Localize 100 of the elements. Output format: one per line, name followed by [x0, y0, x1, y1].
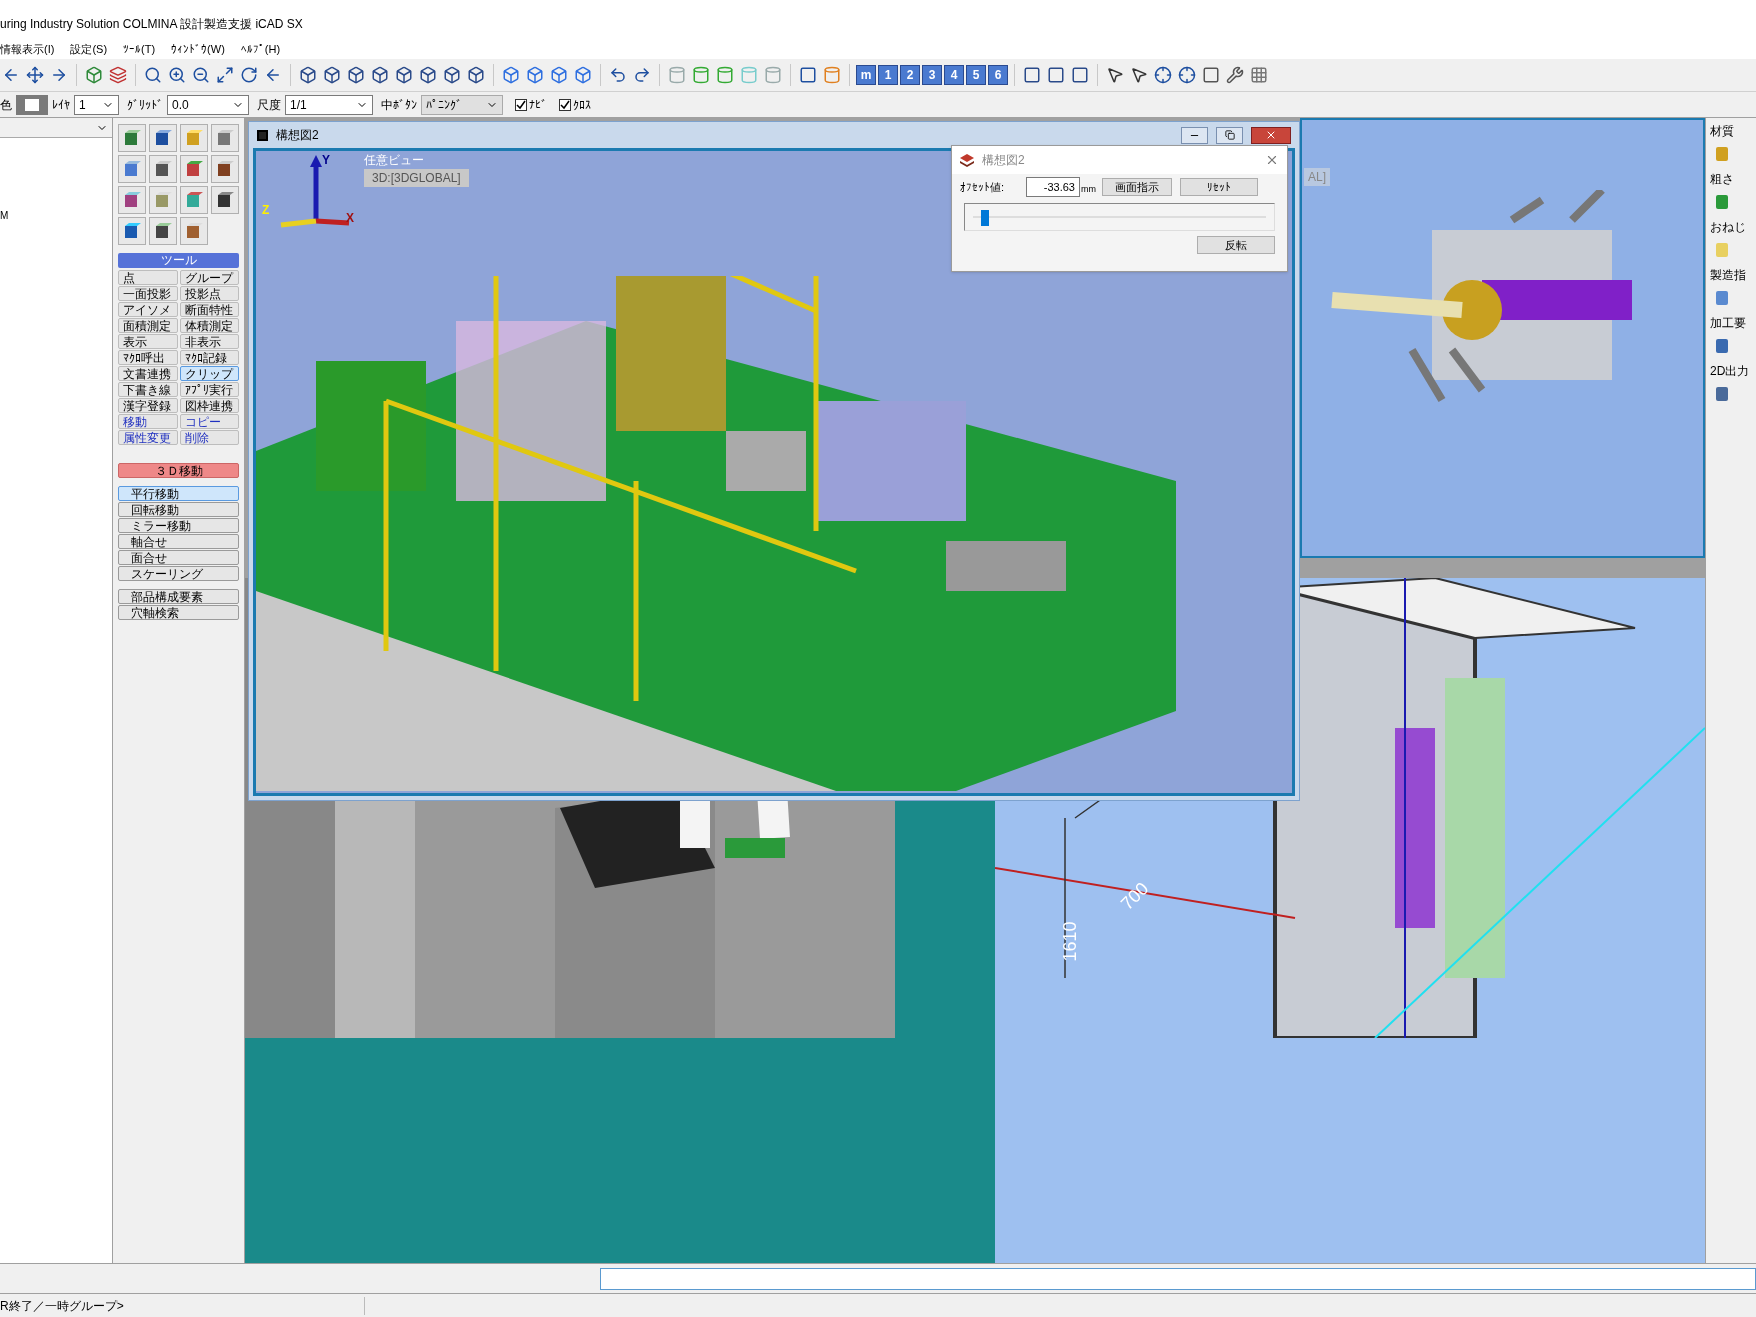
tool-icon[interactable] — [149, 155, 177, 183]
tool-button[interactable]: 下書き線 — [118, 382, 178, 397]
flip-button[interactable]: 反転 — [1197, 236, 1275, 254]
section-label: 材質 — [1710, 123, 1735, 140]
view-number-button[interactable]: 4 — [944, 65, 964, 85]
dialog-title: 構想図2 — [982, 152, 1025, 169]
tool-button[interactable]: アイソメ — [118, 302, 178, 317]
tool-icon[interactable] — [118, 186, 146, 214]
close-button[interactable] — [1251, 126, 1291, 144]
axis-label: Z — [262, 202, 270, 219]
close-icon — [1265, 153, 1279, 167]
tool-button[interactable]: 図枠連携 — [179, 398, 239, 413]
view-name: 任意ビュー — [364, 152, 424, 169]
tool-icon[interactable] — [118, 217, 146, 245]
restore-icon — [1224, 130, 1235, 140]
offset-label: ｵﾌｾｯﾄ値: — [960, 179, 1006, 195]
axis-label: Y — [322, 152, 330, 169]
window-title: uring Industry Solution COLMINA 設計製造支援 iCAD SX — [0, 16, 303, 33]
tool-icon[interactable] — [149, 217, 177, 245]
move-header: ３Ｄ移動 — [118, 463, 239, 478]
tool-button[interactable]: 文書連携 — [118, 366, 178, 381]
move-button[interactable]: スケーリング — [118, 566, 239, 581]
tool-button[interactable]: グループ — [179, 270, 239, 285]
axis-label: X — [346, 210, 354, 227]
section-label: おねじ — [1710, 219, 1747, 236]
checkbox[interactable] — [559, 98, 571, 111]
view-number-button[interactable]: 5 — [966, 65, 986, 85]
view-number-button[interactable]: 6 — [988, 65, 1008, 85]
view-number-button[interactable]: m — [856, 65, 876, 85]
slider-thumb[interactable] — [980, 210, 989, 226]
close-button[interactable] — [1265, 153, 1279, 167]
menu-item[interactable]: ﾍﾙﾌﾟ(H) — [240, 40, 281, 58]
offset-input[interactable]: -33.63 — [1026, 177, 1080, 197]
tool-button[interactable]: 削除 — [179, 430, 239, 445]
view-number-button[interactable]: 3 — [922, 65, 942, 85]
reset-button[interactable]: ﾘｾｯﾄ — [1180, 178, 1258, 196]
tool-button[interactable]: 移動 — [118, 414, 178, 429]
tool-button[interactable]: 点 — [118, 270, 178, 285]
scale-dropdown[interactable]: 1/1 — [285, 94, 373, 115]
view-code: 3D:[3DGLOBAL] — [364, 169, 469, 187]
command-button[interactable]: 穴軸検索 — [118, 605, 239, 620]
command-button[interactable]: 部品構成要素 — [118, 589, 239, 604]
middle-button-dropdown[interactable]: ﾊﾟﾆﾝｸﾞ — [421, 94, 503, 115]
layer-dropdown[interactable]: 1 — [74, 94, 119, 115]
layers-icon — [960, 153, 974, 167]
move-button[interactable]: ミラー移動 — [118, 518, 239, 533]
status-message: R終了／一時グループ> — [0, 1296, 365, 1315]
view-number-button[interactable]: 1 — [878, 65, 898, 85]
minimize-button[interactable] — [1181, 126, 1208, 144]
grid-dropdown[interactable]: 0.0 — [167, 94, 249, 115]
layer-label: ﾚｲﾔ — [52, 96, 70, 114]
dimension-label: 700 — [1116, 877, 1154, 916]
tool-button[interactable]: ﾏｸﾛ記録 — [179, 350, 239, 365]
checkmark-icon — [560, 99, 570, 110]
middle-button-label: 中ﾎﾞﾀﾝ — [381, 96, 417, 114]
tool-icon[interactable] — [211, 155, 239, 183]
checkmark-icon — [516, 99, 526, 110]
tool-icon[interactable] — [149, 124, 177, 152]
tree-item: M — [0, 209, 10, 223]
command-input[interactable] — [600, 1267, 1756, 1290]
tools-header: ツール — [118, 253, 239, 268]
view-code: AL] — [1304, 168, 1330, 186]
section-label: 粗さ — [1710, 171, 1735, 188]
tool-button[interactable]: コピー — [179, 414, 239, 429]
tool-button[interactable]: 面積測定 — [118, 318, 178, 333]
tool-button[interactable]: 断面特性 — [179, 302, 239, 317]
view-number-button[interactable]: 2 — [900, 65, 920, 85]
menu-item[interactable]: 情報表示(I) — [0, 40, 55, 58]
section-label: 加工要 — [1710, 315, 1747, 332]
tool-icon[interactable] — [211, 186, 239, 214]
menu-item[interactable]: 設定(S) — [70, 40, 108, 58]
tool-button[interactable]: 表示 — [118, 334, 178, 349]
tool-button[interactable]: 非表示 — [179, 334, 239, 349]
maximize-button[interactable] — [1216, 126, 1243, 144]
tool-button[interactable]: クリップ — [179, 366, 239, 381]
grid-label: ｸﾞﾘｯﾄﾞ — [127, 96, 163, 114]
move-button[interactable]: 回転移動 — [118, 502, 239, 517]
menu-item[interactable]: ｳｨﾝﾄﾞｳ(W) — [171, 40, 225, 58]
tool-button[interactable]: 漢字登録 — [118, 398, 178, 413]
move-button[interactable]: 軸合せ — [118, 534, 239, 549]
window-icon — [257, 129, 268, 141]
tool-button[interactable]: 体積測定 — [179, 318, 239, 333]
dimension-label: 1610 — [1058, 921, 1081, 962]
color-label: 色 — [0, 96, 12, 114]
menu-item[interactable]: ﾂｰﾙ(T) — [123, 40, 156, 58]
scale-label: 尺度 — [257, 96, 281, 114]
tool-button[interactable]: 投影点 — [179, 286, 239, 301]
move-button[interactable]: 面合せ — [118, 550, 239, 565]
color-swatch[interactable] — [16, 94, 48, 115]
tool-button[interactable]: ｱﾌﾟﾘ実行 — [179, 382, 239, 397]
screen-pick-button[interactable]: 画面指示 — [1102, 178, 1172, 196]
window-title: 構想図2 — [276, 127, 319, 144]
move-button[interactable]: 平行移動 — [118, 486, 239, 501]
checkbox[interactable] — [515, 98, 527, 111]
tool-button[interactable]: 属性変更 — [118, 430, 178, 445]
section-label: 製造指 — [1710, 267, 1747, 284]
unit-label: mm — [1081, 183, 1096, 197]
tool-button[interactable]: 一面投影 — [118, 286, 178, 301]
tool-button[interactable]: ﾏｸﾛ呼出 — [118, 350, 178, 365]
checkbox-label: ﾅﾋﾞ — [529, 96, 547, 114]
